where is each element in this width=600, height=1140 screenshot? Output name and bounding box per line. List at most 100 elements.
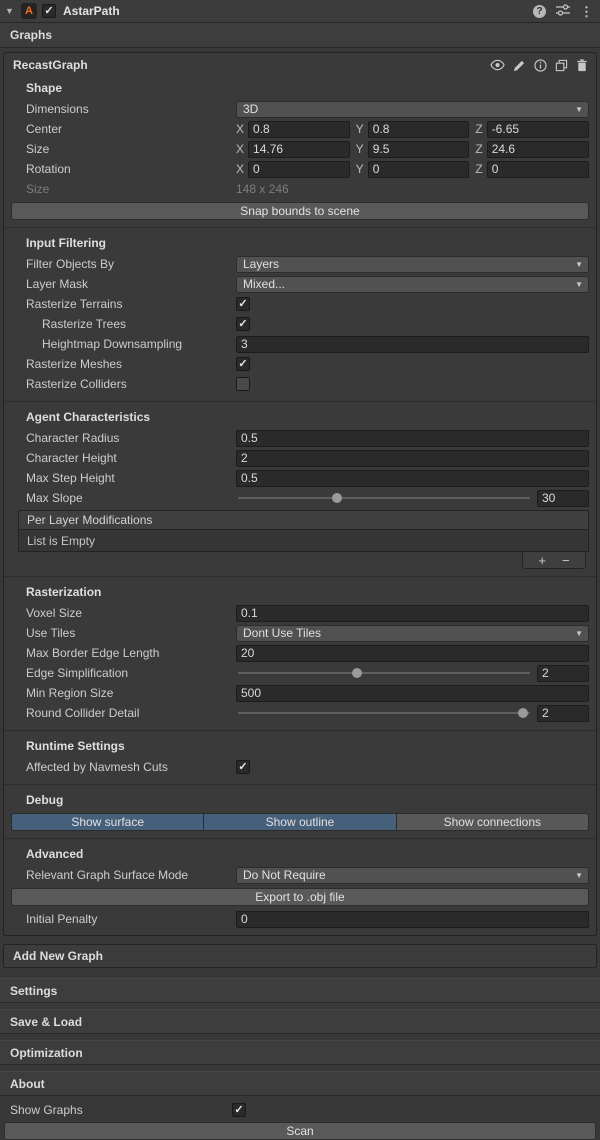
list-footer-buttons: + − bbox=[522, 552, 586, 569]
rasterize-meshes-label: Rasterize Meshes bbox=[4, 357, 236, 371]
edit-pencil-icon[interactable] bbox=[513, 59, 526, 72]
center-row: Center X Y Z bbox=[4, 119, 596, 139]
max-step-height-field[interactable] bbox=[236, 470, 589, 487]
surface-mode-row: Relevant Graph Surface Mode Do Not Requi… bbox=[4, 865, 596, 885]
size-z-field[interactable] bbox=[487, 141, 589, 158]
min-region-size-field[interactable] bbox=[236, 685, 589, 702]
more-options-icon[interactable]: ⋮ bbox=[580, 5, 593, 18]
character-radius-field[interactable] bbox=[236, 430, 589, 447]
rasterize-terrains-checkbox[interactable] bbox=[236, 297, 250, 311]
max-border-edge-length-field[interactable] bbox=[236, 645, 589, 662]
character-radius-row: Character Radius bbox=[4, 428, 596, 448]
show-surface-toggle[interactable]: Show surface bbox=[12, 814, 204, 830]
layer-mask-label: Layer Mask bbox=[4, 277, 236, 291]
export-obj-button[interactable]: Export to .obj file bbox=[11, 888, 589, 906]
layer-mask-dropdown[interactable]: Mixed... ▼ bbox=[236, 276, 589, 293]
rasterize-meshes-row: Rasterize Meshes bbox=[4, 354, 596, 374]
size-row: Size X Y Z bbox=[4, 139, 596, 159]
shape-heading: Shape bbox=[4, 77, 596, 99]
filter-objects-by-row: Filter Objects By Layers ▼ bbox=[4, 254, 596, 274]
section-divider bbox=[4, 784, 596, 785]
show-connections-toggle[interactable]: Show connections bbox=[397, 814, 588, 830]
show-outline-toggle[interactable]: Show outline bbox=[204, 814, 396, 830]
section-save-and-load[interactable]: Save & Load bbox=[0, 1009, 600, 1034]
chevron-down-icon: ▼ bbox=[572, 629, 586, 638]
use-tiles-dropdown[interactable]: Dont Use Tiles ▼ bbox=[236, 625, 589, 642]
rotation-z-field[interactable] bbox=[487, 161, 589, 178]
slider-handle[interactable] bbox=[352, 668, 362, 678]
component-enabled-checkbox[interactable] bbox=[42, 4, 56, 18]
dimensions-row: Dimensions 3D ▼ bbox=[4, 99, 596, 119]
max-slope-label: Max Slope bbox=[4, 491, 236, 505]
add-new-graph-button[interactable]: Add New Graph bbox=[3, 944, 597, 968]
edge-simplification-field[interactable] bbox=[537, 665, 589, 682]
presets-icon[interactable] bbox=[556, 4, 570, 19]
max-slope-row: Max Slope bbox=[4, 488, 596, 508]
rasterize-colliders-checkbox[interactable] bbox=[236, 377, 250, 391]
edge-simplification-slider[interactable] bbox=[236, 665, 532, 681]
info-icon[interactable] bbox=[534, 59, 547, 72]
character-height-field[interactable] bbox=[236, 450, 589, 467]
max-border-edge-length-label: Max Border Edge Length bbox=[4, 646, 236, 660]
section-about[interactable]: About bbox=[0, 1071, 600, 1096]
snap-bounds-button[interactable]: Snap bounds to scene bbox=[11, 202, 589, 220]
z-axis-label: Z bbox=[475, 162, 482, 176]
max-slope-slider[interactable] bbox=[236, 490, 532, 506]
center-y-field[interactable] bbox=[368, 121, 470, 138]
slider-handle[interactable] bbox=[518, 708, 528, 718]
rotation-x-field[interactable] bbox=[248, 161, 350, 178]
size-voxels-label: Size bbox=[4, 182, 236, 196]
round-collider-detail-label: Round Collider Detail bbox=[4, 706, 236, 720]
filter-objects-by-dropdown[interactable]: Layers ▼ bbox=[236, 256, 589, 273]
delete-trash-icon[interactable] bbox=[576, 59, 588, 72]
size-x-field[interactable] bbox=[248, 141, 350, 158]
round-collider-detail-slider[interactable] bbox=[236, 705, 532, 721]
rasterization-heading: Rasterization bbox=[4, 581, 596, 603]
per-layer-list-empty-row: List is Empty bbox=[18, 530, 589, 552]
per-layer-modifications-list: Per Layer Modifications List is Empty + … bbox=[18, 510, 589, 569]
surface-mode-dropdown[interactable]: Do Not Require ▼ bbox=[236, 867, 589, 884]
debug-toggle-group: Show surface Show outline Show connectio… bbox=[11, 813, 589, 831]
center-z-field[interactable] bbox=[487, 121, 589, 138]
initial-penalty-field[interactable] bbox=[236, 911, 589, 928]
navmesh-cuts-checkbox[interactable] bbox=[236, 760, 250, 774]
round-collider-detail-field[interactable] bbox=[537, 705, 589, 722]
foldout-arrow-icon[interactable]: ▼ bbox=[5, 6, 16, 16]
component-header: ▼ A AstarPath ? ⋮ bbox=[0, 0, 600, 23]
section-graphs[interactable]: Graphs bbox=[0, 23, 600, 48]
rasterize-meshes-checkbox[interactable] bbox=[236, 357, 250, 371]
visibility-eye-icon[interactable] bbox=[490, 59, 505, 71]
section-divider bbox=[4, 838, 596, 839]
scan-button[interactable]: Scan bbox=[4, 1122, 596, 1140]
list-remove-button[interactable]: − bbox=[562, 554, 570, 567]
show-graphs-checkbox[interactable] bbox=[232, 1103, 246, 1117]
initial-penalty-row: Initial Penalty bbox=[4, 909, 596, 929]
section-optimization[interactable]: Optimization bbox=[0, 1040, 600, 1065]
heightmap-downsampling-row: Heightmap Downsampling bbox=[4, 334, 596, 354]
rasterize-trees-checkbox[interactable] bbox=[236, 317, 250, 331]
list-add-button[interactable]: + bbox=[538, 554, 546, 567]
recast-graph-panel: RecastGraph Shape Dimensions 3D ▼ Center… bbox=[3, 52, 597, 936]
center-x-field[interactable] bbox=[248, 121, 350, 138]
help-icon[interactable]: ? bbox=[533, 5, 546, 18]
voxel-size-field[interactable] bbox=[236, 605, 589, 622]
max-slope-field[interactable] bbox=[537, 490, 589, 507]
section-settings[interactable]: Settings bbox=[0, 978, 600, 1003]
section-divider bbox=[4, 227, 596, 228]
show-graphs-row: Show Graphs bbox=[0, 1100, 600, 1120]
component-title: AstarPath bbox=[61, 4, 528, 18]
z-axis-label: Z bbox=[475, 142, 482, 156]
dimensions-dropdown[interactable]: 3D ▼ bbox=[236, 101, 589, 118]
duplicate-icon[interactable] bbox=[555, 59, 568, 72]
rotation-y-field[interactable] bbox=[368, 161, 470, 178]
per-layer-list-header[interactable]: Per Layer Modifications bbox=[18, 510, 589, 530]
heightmap-downsampling-field[interactable] bbox=[236, 336, 589, 353]
graph-name[interactable]: RecastGraph bbox=[13, 58, 490, 72]
size-y-field[interactable] bbox=[368, 141, 470, 158]
rotation-label: Rotation bbox=[4, 162, 236, 176]
edge-simplification-label: Edge Simplification bbox=[4, 666, 236, 680]
max-step-height-row: Max Step Height bbox=[4, 468, 596, 488]
show-graphs-label: Show Graphs bbox=[0, 1103, 232, 1117]
heightmap-downsampling-label: Heightmap Downsampling bbox=[4, 337, 236, 351]
slider-handle[interactable] bbox=[332, 493, 342, 503]
